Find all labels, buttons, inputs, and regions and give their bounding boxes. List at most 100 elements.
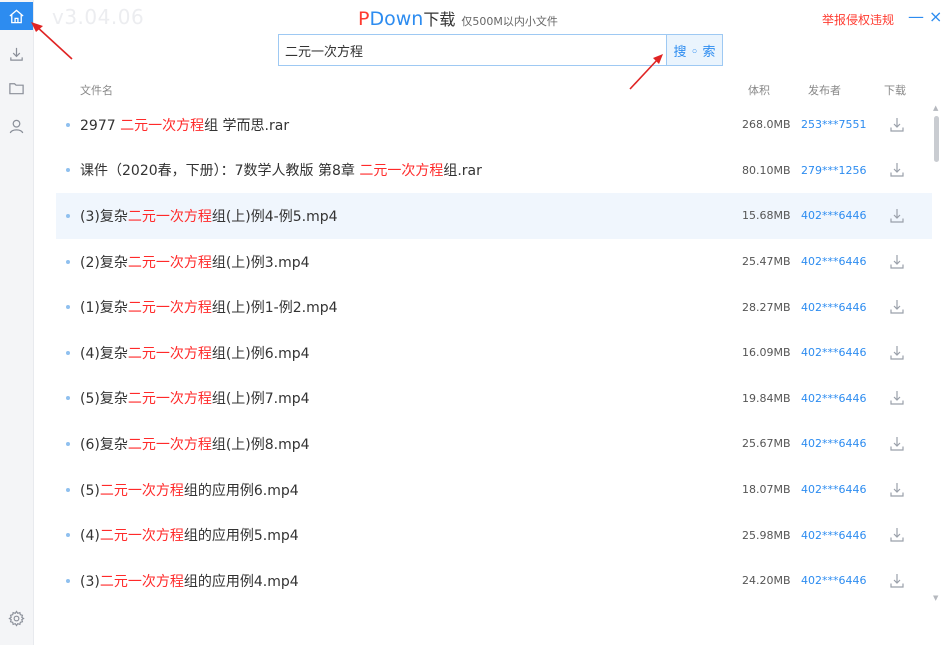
download-icon[interactable] xyxy=(888,526,906,544)
publisher-link[interactable]: 402***6446 xyxy=(801,209,867,222)
publisher-link[interactable]: 253***7551 xyxy=(801,118,867,131)
file-name-suffix: 组 学而思.rar xyxy=(204,117,290,134)
bullet-dot xyxy=(66,350,70,355)
file-name[interactable]: (3)复杂二元一次方程组(上)例4-例5.mp4 xyxy=(80,206,338,226)
file-name-suffix: 组(上)例4-例5.mp4 xyxy=(211,208,338,225)
sidebar-item-downloads[interactable] xyxy=(0,40,33,68)
file-name-suffix: 组.rar xyxy=(443,163,482,180)
file-row[interactable]: 课件（2020春，下册）：7数学人教版 第8章 二元一次方程组.rar 80.10… xyxy=(56,148,932,194)
file-name-prefix: (2)复杂 xyxy=(80,254,128,271)
scroll-down-icon[interactable]: ▼ xyxy=(933,594,938,602)
bullet-dot xyxy=(66,487,70,492)
file-name-keyword: 二元一次方程 xyxy=(99,528,184,545)
sidebar-item-user[interactable] xyxy=(0,112,33,140)
file-row[interactable]: (6)复杂二元一次方程组(上)例8.mp4 25.67MB 402***6446 xyxy=(56,421,932,467)
search-input[interactable] xyxy=(279,35,666,65)
file-row[interactable]: (4)二元一次方程组的应用例5.mp4 25.98MB 402***6446 xyxy=(56,512,932,558)
download-icon[interactable] xyxy=(888,481,906,499)
file-name-prefix: (5) xyxy=(80,482,100,499)
file-row[interactable]: (2)复杂二元一次方程组(上)例3.mp4 25.47MB 402***6446 xyxy=(56,239,932,285)
download-icon[interactable] xyxy=(888,298,906,316)
brand-title: 下载 xyxy=(423,10,456,29)
publisher-link[interactable]: 279***1256 xyxy=(801,164,867,177)
file-name[interactable]: (2)复杂二元一次方程组(上)例3.mp4 xyxy=(80,252,310,272)
scrollbar-thumb[interactable] xyxy=(934,116,939,162)
publisher-link[interactable]: 402***6446 xyxy=(801,255,867,268)
download-icon[interactable] xyxy=(888,344,906,362)
publisher-link[interactable]: 402***6446 xyxy=(801,574,867,587)
column-header-publisher: 发布者 xyxy=(808,84,841,97)
sidebar-item-home[interactable] xyxy=(0,2,33,30)
file-name-keyword: 二元一次方程 xyxy=(127,300,212,317)
search-button[interactable]: 搜 ◦ 索 xyxy=(666,34,723,66)
file-name-prefix: (1)复杂 xyxy=(80,300,128,317)
close-button[interactable]: × xyxy=(929,7,942,26)
download-icon[interactable] xyxy=(888,389,906,407)
download-icon[interactable] xyxy=(888,572,906,590)
file-name[interactable]: (5)二元一次方程组的应用例6.mp4 xyxy=(80,480,299,500)
publisher-link[interactable]: 402***6446 xyxy=(801,437,867,450)
file-size: 25.98MB xyxy=(742,528,791,542)
file-list: 2977 二元一次方程组 学而思.rar 268.0MB 253***7551 课件（… xyxy=(56,102,932,604)
file-name-prefix: (3) xyxy=(80,573,100,590)
gear-icon xyxy=(8,609,25,627)
file-name-prefix: (4)复杂 xyxy=(80,345,128,362)
bullet-dot xyxy=(66,305,70,310)
file-name-keyword: 二元一次方程 xyxy=(127,436,212,453)
bullet-dot xyxy=(66,533,70,538)
download-icon[interactable] xyxy=(888,161,906,179)
bullet-dot xyxy=(66,213,70,218)
file-size: 15.68MB xyxy=(742,209,791,223)
file-name[interactable]: (6)复杂二元一次方程组(上)例8.mp4 xyxy=(80,434,310,454)
file-name-suffix: 组(上)例3.mp4 xyxy=(211,254,310,271)
bullet-dot xyxy=(66,122,70,127)
download-icon[interactable] xyxy=(888,253,906,271)
user-icon xyxy=(9,119,24,133)
file-name-keyword: 二元一次方程 xyxy=(120,117,205,134)
file-name-keyword: 二元一次方程 xyxy=(127,208,212,225)
file-size: 80.10MB xyxy=(742,163,791,177)
scrollbar[interactable]: ▲ ▼ xyxy=(932,104,941,604)
scroll-up-icon[interactable]: ▲ xyxy=(933,104,938,112)
file-name[interactable]: (4)复杂二元一次方程组(上)例6.mp4 xyxy=(80,343,310,363)
file-row[interactable]: 2977 二元一次方程组 学而思.rar 268.0MB 253***7551 xyxy=(56,102,932,148)
bullet-dot xyxy=(66,578,70,583)
file-name-suffix: 组的应用例5.mp4 xyxy=(183,528,299,545)
download-icon[interactable] xyxy=(888,116,906,134)
publisher-link[interactable]: 402***6446 xyxy=(801,483,867,496)
settings-button[interactable] xyxy=(0,604,33,632)
file-name-prefix: (5)复杂 xyxy=(80,391,128,408)
file-row[interactable]: (5)复杂二元一次方程组(上)例7.mp4 19.84MB 402***6446 xyxy=(56,376,932,422)
publisher-link[interactable]: 402***6446 xyxy=(801,392,867,405)
publisher-link[interactable]: 402***6446 xyxy=(801,346,867,359)
publisher-link[interactable]: 402***6446 xyxy=(801,529,867,542)
file-row[interactable]: (4)复杂二元一次方程组(上)例6.mp4 16.09MB 402***6446 xyxy=(56,330,932,376)
column-header-size: 体积 xyxy=(748,84,770,97)
file-name[interactable]: (1)复杂二元一次方程组(上)例1-例2.mp4 xyxy=(80,297,338,317)
file-size: 18.07MB xyxy=(742,483,791,497)
brand-subtitle: 仅500M以内小文件 xyxy=(461,15,558,28)
file-name[interactable]: (3)二元一次方程组的应用例4.mp4 xyxy=(80,571,299,591)
search-box xyxy=(278,34,666,66)
file-row[interactable]: (5)二元一次方程组的应用例6.mp4 18.07MB 402***6446 xyxy=(56,467,932,513)
file-name[interactable]: 2977 二元一次方程组 学而思.rar xyxy=(80,115,289,135)
download-icon[interactable] xyxy=(888,435,906,453)
download-icon[interactable] xyxy=(888,207,906,225)
file-row[interactable]: (3)二元一次方程组的应用例4.mp4 24.20MB 402***6446 xyxy=(56,558,932,604)
publisher-link[interactable]: 402***6446 xyxy=(801,301,867,314)
report-infringement-link[interactable]: 举报侵权违规 xyxy=(822,11,894,28)
file-name-suffix: 组的应用例6.mp4 xyxy=(183,482,299,499)
file-size: 268.0MB xyxy=(742,118,791,132)
file-row[interactable]: (1)复杂二元一次方程组(上)例1-例2.mp4 28.27MB 402***644… xyxy=(56,284,932,330)
file-name[interactable]: 课件（2020春，下册）：7数学人教版 第8章 二元一次方程组.rar xyxy=(80,160,482,180)
folder-icon xyxy=(9,82,24,94)
file-name[interactable]: (4)二元一次方程组的应用例5.mp4 xyxy=(80,525,299,545)
bullet-dot xyxy=(66,259,70,264)
file-row[interactable]: (3)复杂二元一次方程组(上)例4-例5.mp4 15.68MB 402***644… xyxy=(56,193,932,239)
sidebar-item-files[interactable] xyxy=(0,74,33,102)
file-name-suffix: 组(上)例8.mp4 xyxy=(211,436,310,453)
minimize-button[interactable]: — xyxy=(908,7,924,26)
file-name[interactable]: (5)复杂二元一次方程组(上)例7.mp4 xyxy=(80,388,310,408)
file-size: 25.67MB xyxy=(742,437,791,451)
brand-logo-text: Down xyxy=(369,8,424,30)
